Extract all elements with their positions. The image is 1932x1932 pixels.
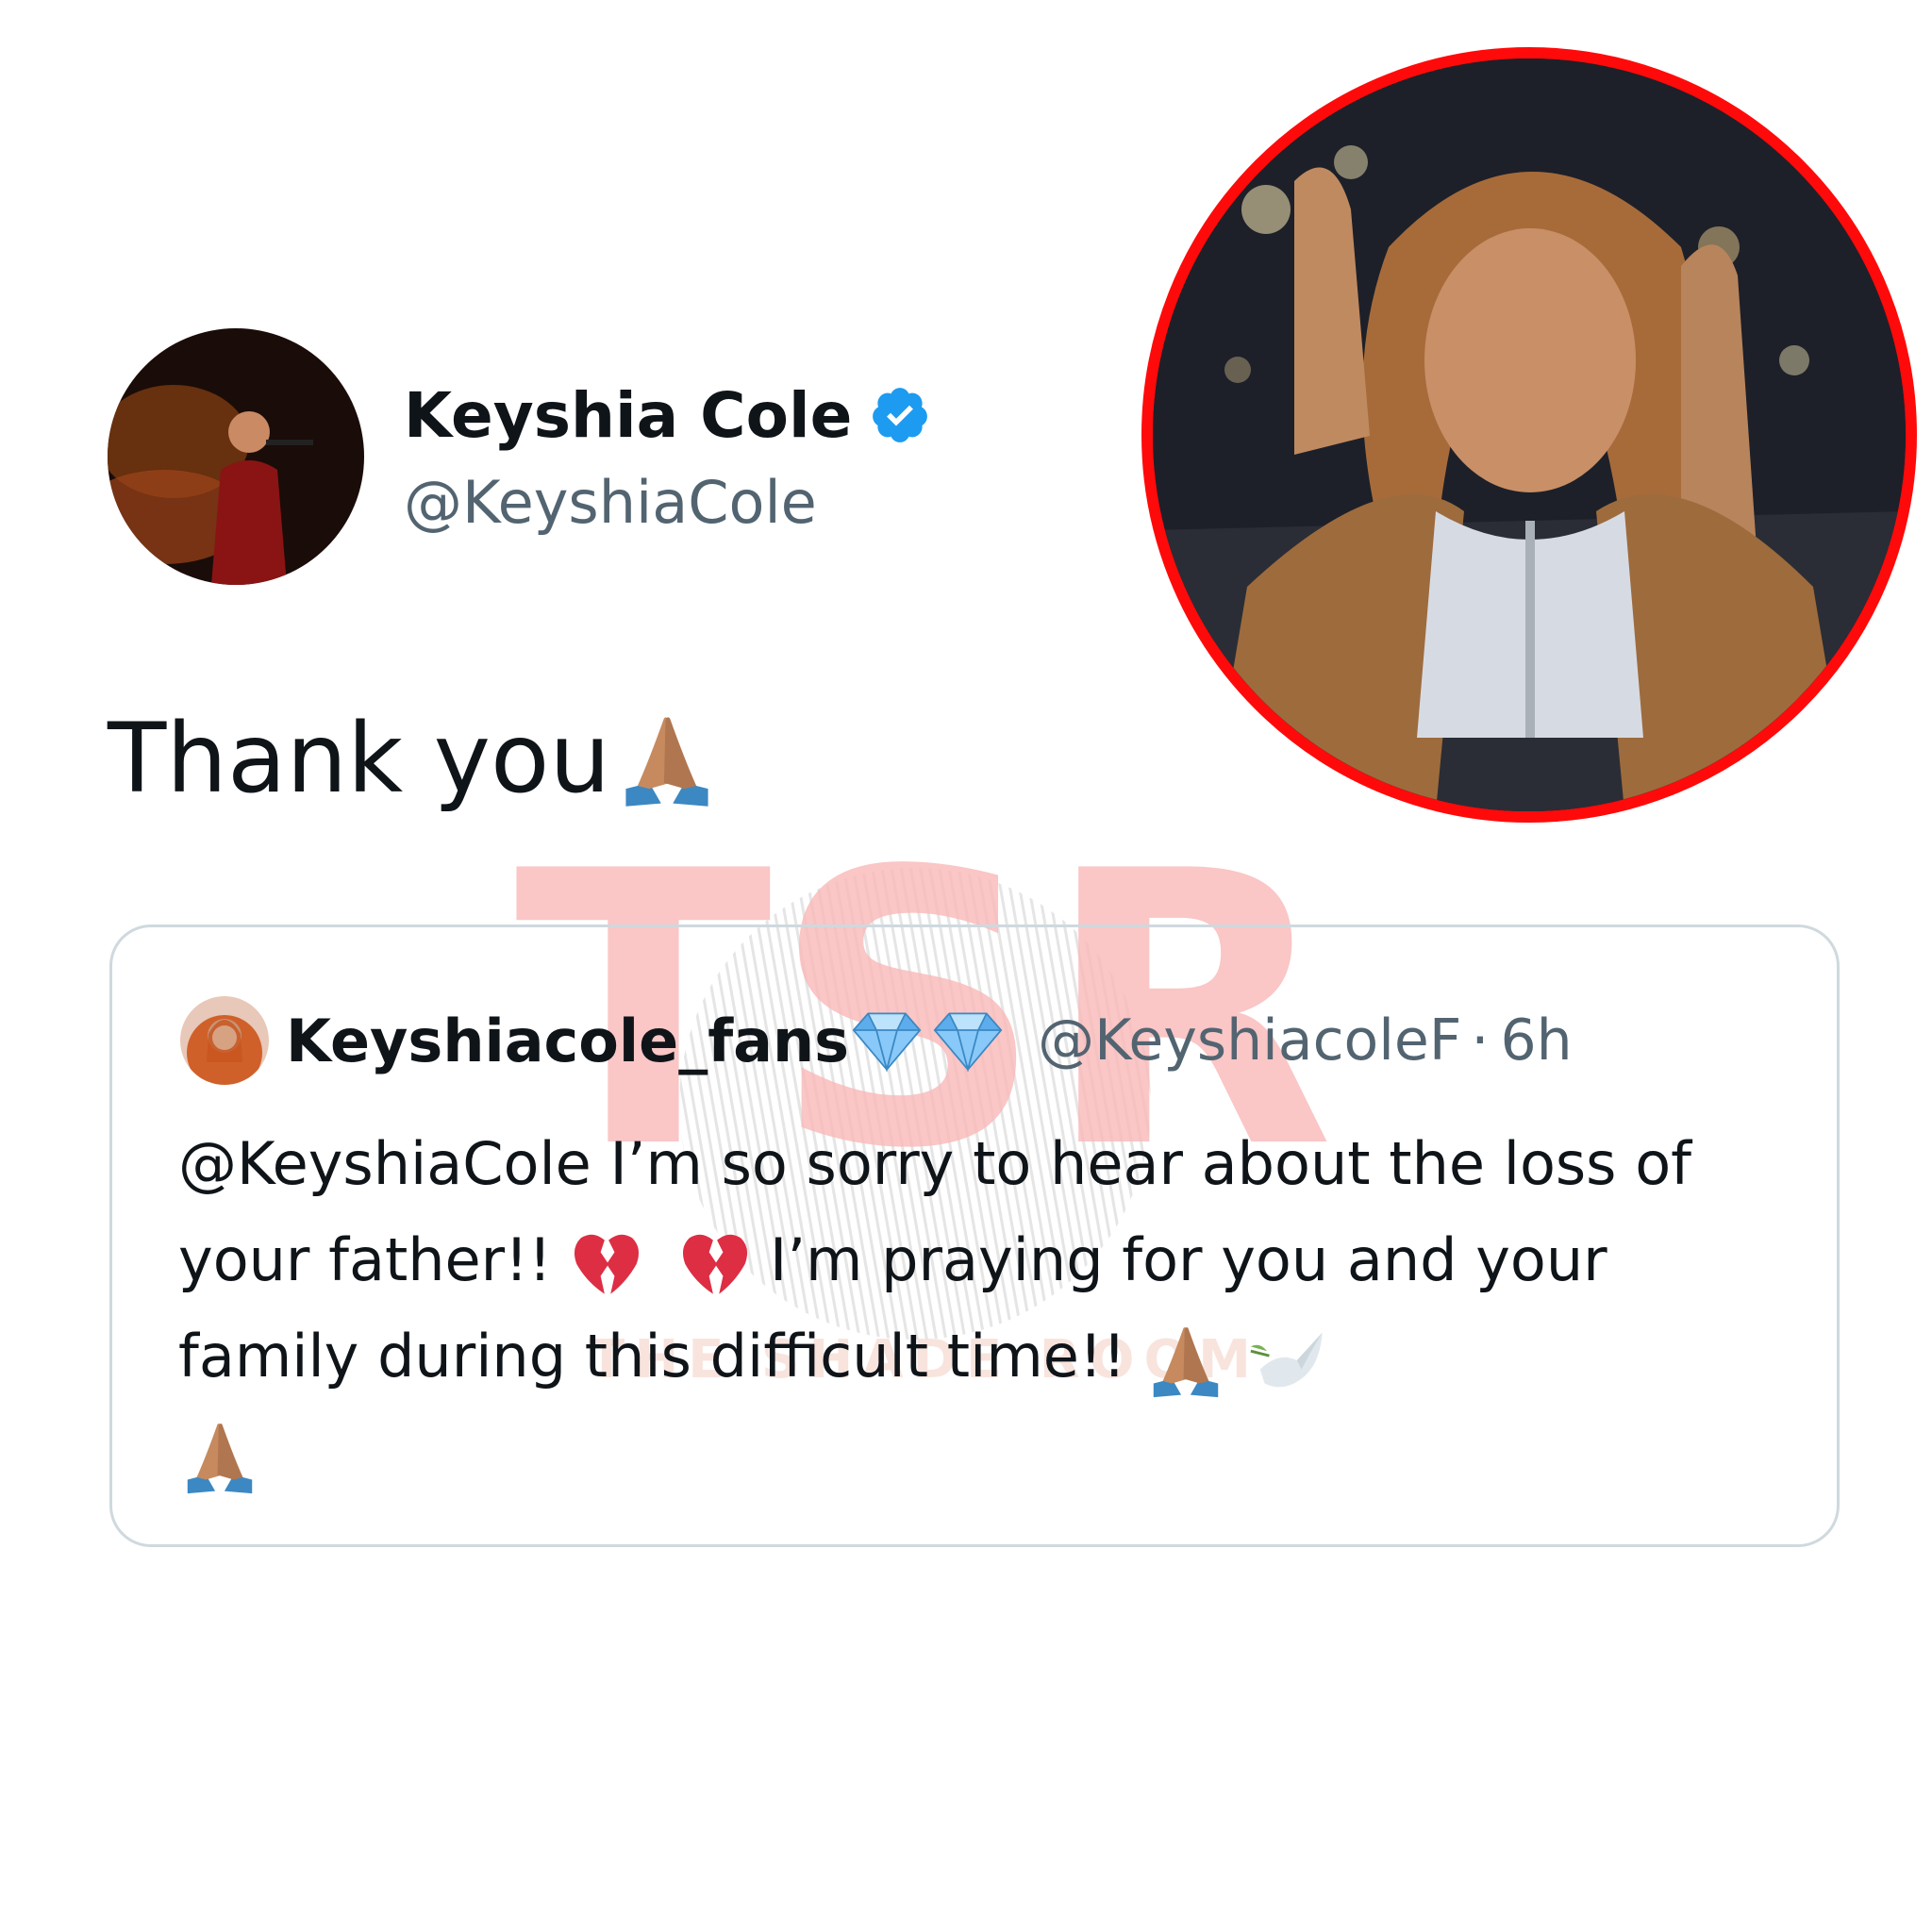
profile-photo-inset xyxy=(1141,47,1917,823)
quoted-author-name[interactable]: Keyshiacole_fans xyxy=(286,1007,849,1075)
tweet-text-content: Thank you xyxy=(108,703,611,815)
author-handle[interactable]: @KeyshiaCole xyxy=(404,468,817,537)
dot-separator: · xyxy=(1471,1008,1490,1074)
quoted-author-handle[interactable]: @KeyshiacoleF xyxy=(1038,1008,1461,1074)
dove-emoji xyxy=(1250,1332,1323,1388)
folded-hands-emoji xyxy=(187,1423,253,1494)
quoted-tweet-card[interactable]: Keyshiacole_fans @KeyshiacoleF · 6h @Key… xyxy=(109,924,1840,1547)
quoted-tweet-header: Keyshiacole_fans @KeyshiacoleF · 6h xyxy=(180,993,1573,1088)
folded-hands-emoji xyxy=(625,717,708,807)
quoted-tweet-time[interactable]: 6h xyxy=(1500,1008,1572,1074)
folded-hands-emoji xyxy=(1154,1326,1219,1398)
author-name-row: Keyshia Cole xyxy=(404,370,931,460)
gem-emoji xyxy=(933,1012,1003,1072)
broken-heart-emoji xyxy=(683,1234,748,1294)
quoted-author-avatar[interactable] xyxy=(180,996,269,1085)
author-display-name[interactable]: Keyshia Cole xyxy=(404,379,852,452)
verified-badge-icon xyxy=(873,388,928,442)
broken-heart-emoji xyxy=(574,1234,639,1294)
author-avatar[interactable] xyxy=(108,328,364,585)
tweet-text: Thank you xyxy=(108,698,720,821)
gem-emoji xyxy=(852,1012,922,1072)
quoted-tweet-text: @KeyshiaCole I’m so sorry to hear about … xyxy=(178,1116,1782,1501)
